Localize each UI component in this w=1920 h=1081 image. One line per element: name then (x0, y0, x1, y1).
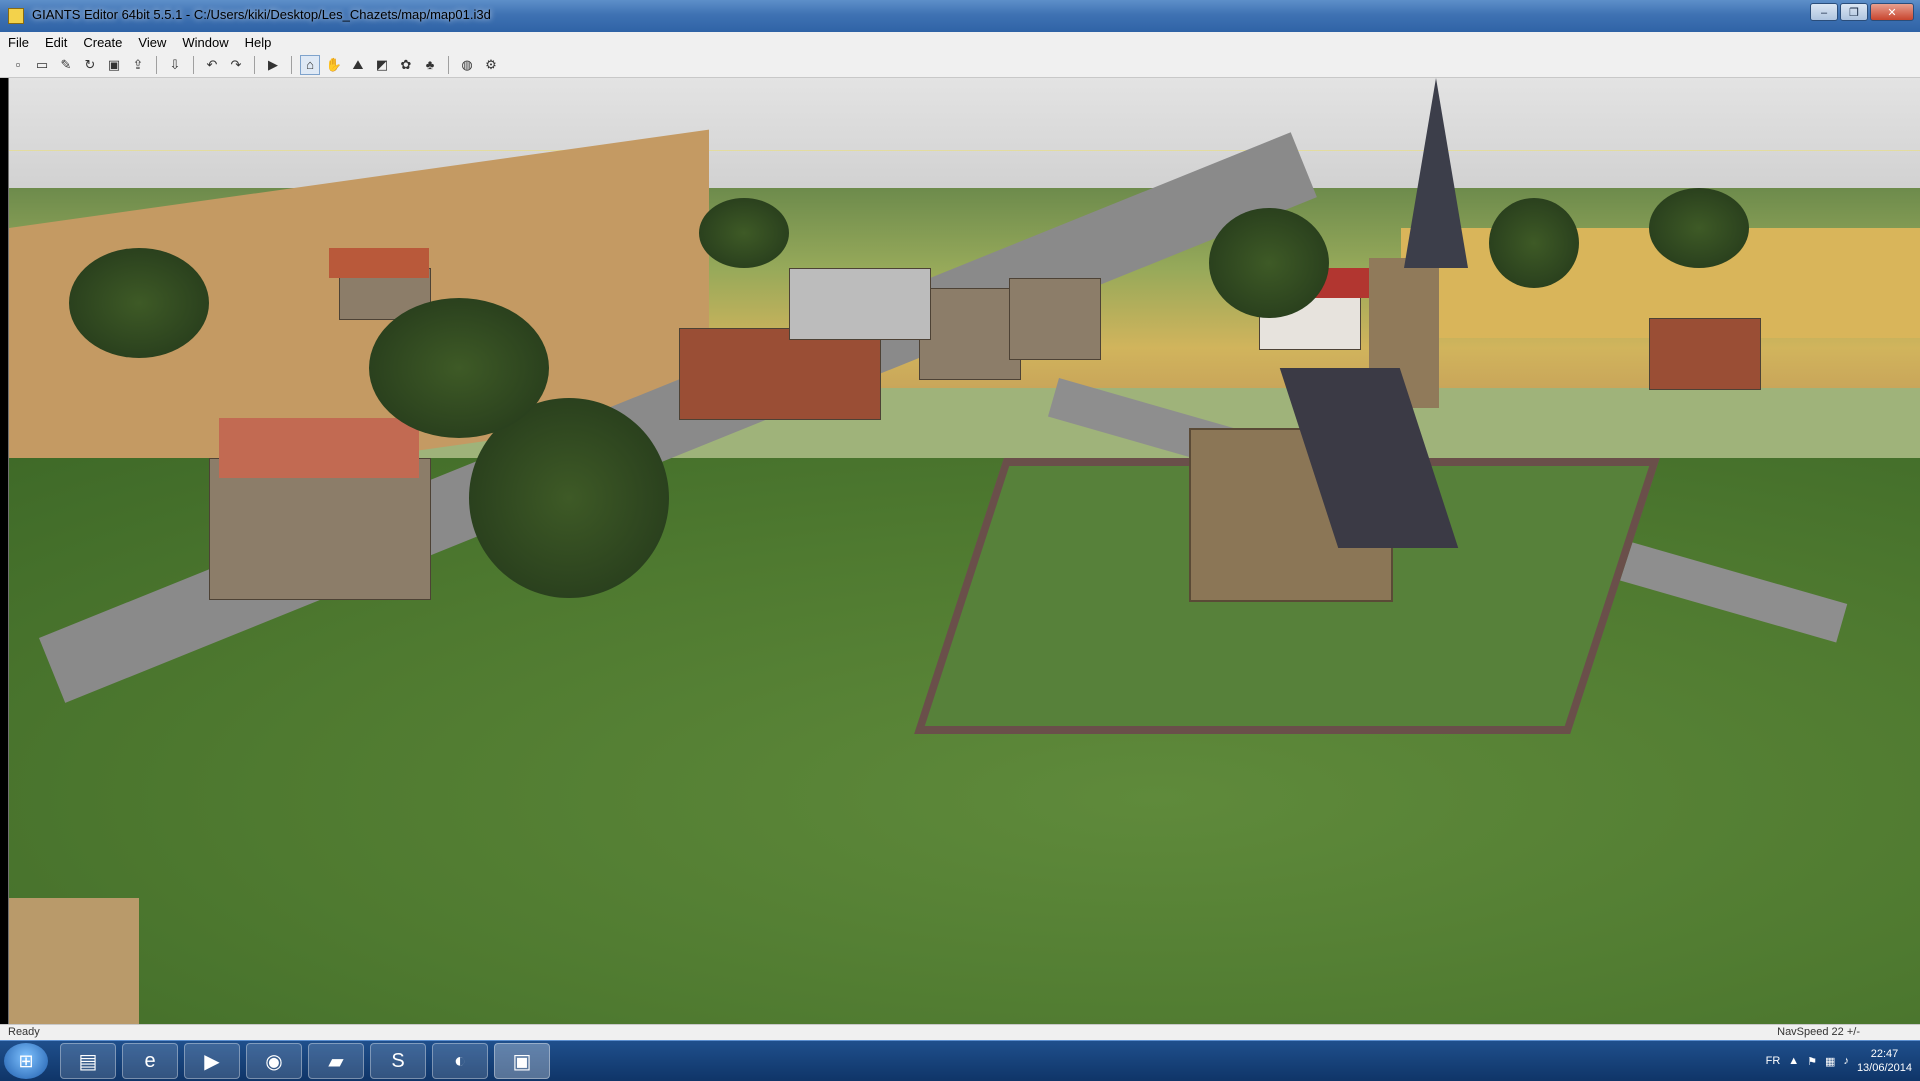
folder-icon[interactable]: ▰ (308, 1043, 364, 1079)
start-button[interactable]: ⊞ (4, 1043, 48, 1079)
media-icon[interactable]: ▶ (184, 1043, 240, 1079)
close-button[interactable]: ✕ (1870, 3, 1914, 21)
app-icon (8, 8, 24, 24)
menu-edit[interactable]: Edit (37, 35, 75, 50)
toolbar-separator (254, 55, 255, 74)
flag-icon[interactable]: ⚑ (1807, 1055, 1817, 1068)
house-front (209, 458, 431, 600)
tree (1489, 198, 1579, 288)
terrain-icon[interactable]: ⛰ (348, 55, 368, 75)
save-icon[interactable]: ▣ (104, 55, 124, 75)
refresh-icon[interactable]: ↻ (80, 55, 100, 75)
hand-icon[interactable]: ✋ (324, 55, 344, 75)
play-icon[interactable]: ▶ (263, 55, 283, 75)
spline-line (9, 150, 1920, 151)
edit-icon[interactable]: ✎ (56, 55, 76, 75)
paint-icon[interactable]: ◩ (372, 55, 392, 75)
explorer-icon[interactable]: ▤ (60, 1043, 116, 1079)
toolbar-separator (448, 55, 449, 74)
window-title: GIANTS Editor 64bit 5.5.1 - C:/Users/kik… (32, 7, 491, 22)
clock-date: 13/06/2014 (1856, 1062, 1912, 1074)
world-icon[interactable]: ◍ (457, 55, 477, 75)
toolbar-separator (156, 55, 157, 74)
redo-icon[interactable]: ↷ (226, 55, 246, 75)
open-icon[interactable]: ▭ (32, 55, 52, 75)
house-under-construction (679, 328, 881, 420)
select-icon[interactable]: ⌂ (300, 54, 320, 75)
hay-field (9, 898, 139, 1024)
stone-house (1009, 278, 1101, 360)
stone-house (919, 288, 1021, 380)
tree (1649, 188, 1749, 268)
import-icon[interactable]: ⇩ (165, 55, 185, 75)
status-bar: Ready NavSpeed 22 +/- (0, 1024, 1920, 1041)
tree (69, 248, 209, 358)
sky (9, 78, 1920, 198)
menu-window[interactable]: Window (174, 35, 236, 50)
toolbar-separator (193, 55, 194, 74)
network-icon[interactable]: ▦ (1825, 1055, 1835, 1068)
brick-house (1649, 318, 1761, 390)
toolbar-separator (291, 55, 292, 74)
taskbar: ⊞ ▤ e ▶ ◉ ▰ S ◐ ▣ FR ▲ ⚑ ▦ ♪ 22:47 13/06… (0, 1040, 1920, 1081)
orange-roof (329, 248, 429, 278)
tree (1209, 208, 1329, 318)
menu-create[interactable]: Create (75, 35, 130, 50)
settings-icon[interactable]: ⚙ (481, 55, 501, 75)
export-icon[interactable]: ⇪ (128, 55, 148, 75)
firefox-icon[interactable]: ◐ (432, 1043, 488, 1079)
giants-icon[interactable]: ▣ (494, 1043, 550, 1079)
language-indicator[interactable]: FR (1766, 1055, 1781, 1067)
show-hidden-icon[interactable]: ▲ (1788, 1055, 1799, 1067)
skype-icon[interactable]: S (370, 1043, 426, 1079)
menu-help[interactable]: Help (237, 35, 280, 50)
volume-icon[interactable]: ♪ (1843, 1055, 1849, 1067)
menu-view[interactable]: View (130, 35, 174, 50)
house-roof (219, 418, 419, 478)
title-bar: GIANTS Editor 64bit 5.5.1 - C:/Users/kik… (0, 0, 1920, 33)
menu-file[interactable]: File (0, 35, 37, 50)
system-tray: FR ▲ ⚑ ▦ ♪ 22:47 13/06/2014 (1766, 1047, 1912, 1075)
tree (369, 298, 549, 438)
new-icon[interactable]: ▫ (8, 55, 28, 75)
ie-icon[interactable]: e (122, 1043, 178, 1079)
toolbar: ▫ ▭ ✎ ↻ ▣ ⇪ ⇩ ↶ ↷ ▶ ⌂ ✋ ⛰ ◩ ✿ ♣ ◍ ⚙ (0, 52, 1920, 78)
tree-icon[interactable]: ♣ (420, 55, 440, 75)
tree (699, 198, 789, 268)
row-house (789, 268, 931, 340)
minimize-button[interactable]: – (1810, 3, 1838, 21)
chrome-icon[interactable]: ◉ (246, 1043, 302, 1079)
foliage-icon[interactable]: ✿ (396, 55, 416, 75)
3d-viewport[interactable] (8, 78, 1920, 1024)
clock[interactable]: 22:47 13/06/2014 (1857, 1047, 1912, 1075)
clock-time: 22:47 (1870, 1048, 1899, 1060)
status-text: Ready (8, 1026, 40, 1038)
nav-speed: NavSpeed 22 +/- (1777, 1026, 1860, 1038)
maximize-button[interactable]: ❐ (1840, 3, 1868, 21)
church-spire (1404, 78, 1468, 268)
menu-bar: File Edit Create View Window Help (0, 32, 1920, 52)
window-controls: – ❐ ✕ (1810, 3, 1914, 21)
undo-icon[interactable]: ↶ (202, 55, 222, 75)
